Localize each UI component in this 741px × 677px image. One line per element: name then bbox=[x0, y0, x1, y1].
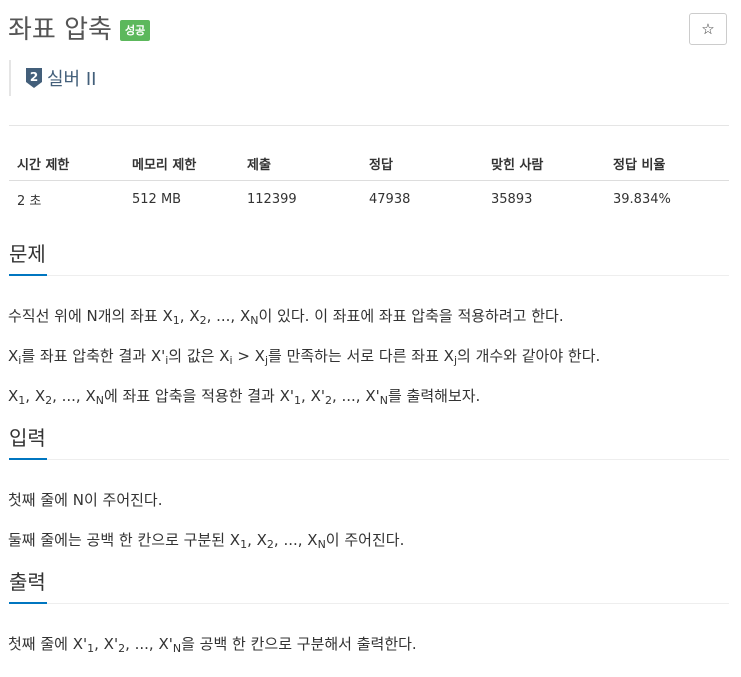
table-row: 2 초 512 MB 112399 47938 35893 39.834% bbox=[9, 181, 729, 218]
ratio-value: 39.834% bbox=[613, 191, 671, 207]
col-header-accepted: 정답 bbox=[361, 146, 483, 181]
section-divider bbox=[9, 603, 729, 604]
section-underline bbox=[9, 274, 47, 276]
section-divider bbox=[9, 275, 729, 276]
silver-2-icon: 2 bbox=[26, 68, 42, 88]
section-divider bbox=[9, 459, 729, 460]
memory-limit-value: 512 MB bbox=[132, 191, 182, 207]
problem-header: 좌표 압축 성공 bbox=[8, 12, 151, 48]
solvers-value: 35893 bbox=[491, 191, 533, 207]
description-paragraph-3: X1, X2, ..., XN에 좌표 압축을 적용한 결과 X'1, X'2,… bbox=[8, 387, 481, 407]
description-paragraph-2: Xi를 좌표 압축한 결과 X'i의 값은 Xi > Xj를 만족하는 서로 다… bbox=[8, 347, 601, 367]
section-title-description: 문제 bbox=[9, 242, 46, 266]
description-paragraph-1: 수직선 위에 N개의 좌표 X1, X2, ..., XN이 있다. 이 좌표에… bbox=[8, 307, 564, 327]
tier-label: 실버 II bbox=[47, 69, 97, 90]
tier-icon-number: 2 bbox=[30, 70, 38, 84]
section-underline bbox=[9, 458, 47, 460]
section-title-output: 출력 bbox=[9, 570, 46, 594]
divider bbox=[9, 125, 729, 126]
output-paragraph-1: 첫째 줄에 X'1, X'2, ..., X'N을 공백 한 칸으로 구분해서 … bbox=[8, 635, 417, 655]
section-title-input: 입력 bbox=[9, 426, 46, 450]
col-header-time-limit: 시간 제한 bbox=[9, 146, 124, 181]
col-header-ratio: 정답 비율 bbox=[605, 146, 729, 181]
section-underline bbox=[9, 602, 47, 604]
input-paragraph-2: 둘째 줄에는 공백 한 칸으로 구분된 X1, X2, ..., XN이 주어진… bbox=[8, 531, 405, 551]
star-icon: ☆ bbox=[701, 20, 715, 38]
submissions-value: 112399 bbox=[247, 191, 297, 207]
tier-info[interactable]: 2 실버 II bbox=[9, 60, 96, 96]
col-header-solvers: 맞힌 사람 bbox=[483, 146, 605, 181]
problem-info-table: 시간 제한 메모리 제한 제출 정답 맞힌 사람 정답 비율 2 초 512 M… bbox=[9, 146, 729, 217]
favorite-button[interactable]: ☆ bbox=[689, 13, 727, 45]
status-badge: 성공 bbox=[119, 19, 151, 41]
col-header-memory-limit: 메모리 제한 bbox=[124, 146, 239, 181]
time-limit-value: 2 초 bbox=[17, 193, 42, 209]
page-title: 좌표 압축 bbox=[8, 15, 112, 45]
col-header-submissions: 제출 bbox=[239, 146, 361, 181]
input-paragraph-1: 첫째 줄에 N이 주어진다. bbox=[8, 491, 163, 509]
table-header-row: 시간 제한 메모리 제한 제출 정답 맞힌 사람 정답 비율 bbox=[9, 146, 729, 181]
accepted-value: 47938 bbox=[369, 191, 411, 207]
